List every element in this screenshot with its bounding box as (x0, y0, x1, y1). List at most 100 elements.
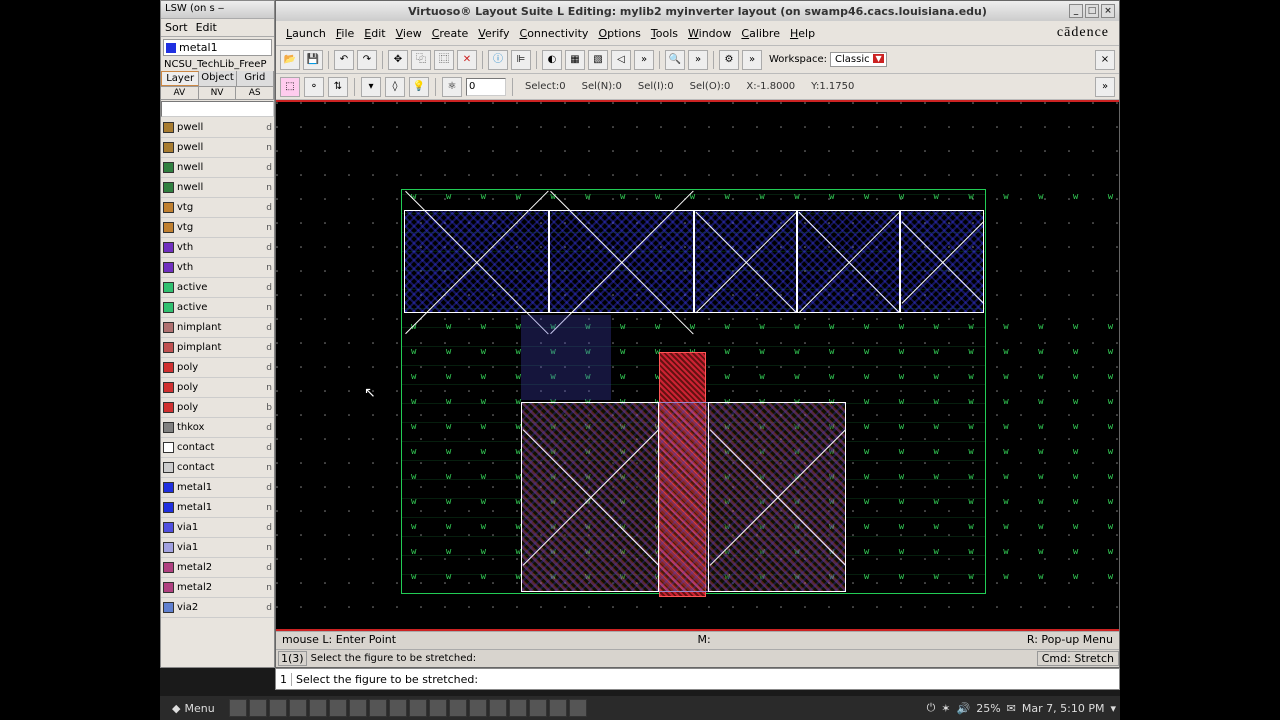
app-icon[interactable] (569, 699, 587, 717)
menu-file[interactable]: File (332, 25, 358, 42)
virtuoso-titlebar[interactable]: Virtuoso® Layout Suite L Editing: mylib2… (276, 1, 1119, 21)
tool5-icon[interactable]: ◊ (385, 77, 405, 97)
layer-row-nwell[interactable]: nwelld (161, 158, 274, 178)
app-icon[interactable] (229, 699, 247, 717)
av-button[interactable]: AV (161, 87, 199, 99)
layer-row-pimplant[interactable]: pimplantd (161, 338, 274, 358)
tool6-icon[interactable]: ⚛ (442, 77, 462, 97)
layer-row-via2[interactable]: via2d (161, 598, 274, 618)
bulb-icon[interactable]: 💡 (409, 77, 429, 97)
misc4-icon[interactable]: ◁ (611, 50, 631, 70)
menu-window[interactable]: Window (684, 25, 735, 42)
select-icon[interactable]: ⬚ (280, 77, 300, 97)
layer-row-poly[interactable]: polyn (161, 378, 274, 398)
battery-label[interactable]: 25% (976, 702, 1000, 715)
move-icon[interactable]: ✥ (388, 50, 408, 70)
menu-verify[interactable]: Verify (474, 25, 513, 42)
layer-row-metal1[interactable]: metal1n (161, 498, 274, 518)
app-icon[interactable] (489, 699, 507, 717)
app-icon[interactable] (509, 699, 527, 717)
app-icon[interactable] (449, 699, 467, 717)
tray-icon[interactable]: ▾ (1110, 702, 1116, 715)
app-icon[interactable] (529, 699, 547, 717)
misc2-icon[interactable]: ▦ (565, 50, 585, 70)
app-icon[interactable] (549, 699, 567, 717)
redo-icon[interactable]: ↷ (357, 50, 377, 70)
chevron-icon[interactable]: » (634, 50, 654, 70)
layout-canvas[interactable]: w w w w w w w w w w w w w w w w w w w w … (276, 100, 1119, 631)
layer-row-nimplant[interactable]: nimplantd (161, 318, 274, 338)
menu-help[interactable]: Help (786, 25, 819, 42)
layer-row-contact[interactable]: contactd (161, 438, 274, 458)
layer-row-pwell[interactable]: pwelld (161, 118, 274, 138)
menu-view[interactable]: View (392, 25, 426, 42)
layer-row-via1[interactable]: via1n (161, 538, 274, 558)
app-icon[interactable] (349, 699, 367, 717)
snap-input[interactable] (466, 78, 506, 96)
contact-box[interactable] (521, 402, 659, 592)
close-button[interactable]: × (1101, 4, 1115, 18)
misc3-icon[interactable]: ▧ (588, 50, 608, 70)
start-menu-button[interactable]: ◆ Menu (164, 700, 223, 717)
tray-icon[interactable]: ✶ (941, 702, 950, 715)
tool4-icon[interactable]: ▾ (361, 77, 381, 97)
menu-launch[interactable]: Launch (282, 25, 330, 42)
clock[interactable]: Mar 7, 5:10 PM (1022, 702, 1105, 715)
tool3-icon[interactable]: ⇅ (328, 77, 348, 97)
app-icon[interactable] (269, 699, 287, 717)
contact-box[interactable] (549, 210, 694, 313)
close-toolbar-icon[interactable]: × (1095, 50, 1115, 70)
stretch-icon[interactable]: ⿴ (434, 50, 454, 70)
contact-box[interactable] (404, 210, 549, 313)
tray-icon[interactable]: ✉ (1007, 702, 1016, 715)
layer-row-metal2[interactable]: metal2d (161, 558, 274, 578)
misc-icon[interactable]: ◐ (542, 50, 562, 70)
undo-icon[interactable]: ↶ (334, 50, 354, 70)
layer-row-vtg[interactable]: vtgd (161, 198, 274, 218)
ciw-window[interactable]: 1 Select the figure to be stretched: (275, 668, 1120, 690)
delete-icon[interactable]: ✕ (457, 50, 477, 70)
layer-filter-input[interactable] (161, 101, 274, 117)
app-icon[interactable] (249, 699, 267, 717)
app-icon[interactable] (289, 699, 307, 717)
menu-connectivity[interactable]: Connectivity (516, 25, 593, 42)
prompt-input[interactable] (309, 653, 1033, 664)
workspace-select[interactable]: Classic (830, 52, 887, 67)
lsw-tab-object[interactable]: Object (199, 71, 236, 86)
layer-row-metal1[interactable]: metal1d (161, 478, 274, 498)
tool2-icon[interactable]: ⚬ (304, 77, 324, 97)
layer-list[interactable]: pwelldpwellnnwelldnwellnvtgdvtgnvthdvthn… (161, 118, 274, 654)
open-icon[interactable]: 📂 (280, 50, 300, 70)
lsw-menu-sort[interactable]: Sort (165, 21, 188, 34)
copy-icon[interactable]: ⿻ (411, 50, 431, 70)
layer-row-poly[interactable]: polyd (161, 358, 274, 378)
tray-icon[interactable]: ⏻ (927, 701, 936, 715)
contact-box[interactable] (694, 210, 797, 313)
save-icon[interactable]: 💾 (303, 50, 323, 70)
layer-row-vth[interactable]: vthn (161, 258, 274, 278)
layer-row-vtg[interactable]: vtgn (161, 218, 274, 238)
misc5-icon[interactable]: ⚙ (719, 50, 739, 70)
layer-row-active[interactable]: activen (161, 298, 274, 318)
lsw-menu-edit[interactable]: Edit (196, 21, 217, 34)
layer-row-poly[interactable]: polyb (161, 398, 274, 418)
layer-row-metal2[interactable]: metal2n (161, 578, 274, 598)
menu-calibre[interactable]: Calibre (737, 25, 784, 42)
minimize-button[interactable]: _ (1069, 4, 1083, 18)
as-button[interactable]: AS (236, 87, 274, 99)
contact-box[interactable] (797, 210, 900, 313)
lsw-tab-layer[interactable]: Layer (161, 71, 199, 86)
chevron3-icon[interactable]: » (742, 50, 762, 70)
tray-icon[interactable]: 🔊 (957, 702, 971, 715)
app-icon[interactable] (429, 699, 447, 717)
app-icon[interactable] (329, 699, 347, 717)
contact-box[interactable] (708, 402, 846, 592)
metal-shape[interactable] (521, 315, 611, 400)
nv-button[interactable]: NV (199, 87, 237, 99)
layer-row-vth[interactable]: vthd (161, 238, 274, 258)
align-icon[interactable]: ⊫ (511, 50, 531, 70)
menu-edit[interactable]: Edit (360, 25, 389, 42)
app-icon[interactable] (469, 699, 487, 717)
maximize-button[interactable]: □ (1085, 4, 1099, 18)
app-icon[interactable] (369, 699, 387, 717)
